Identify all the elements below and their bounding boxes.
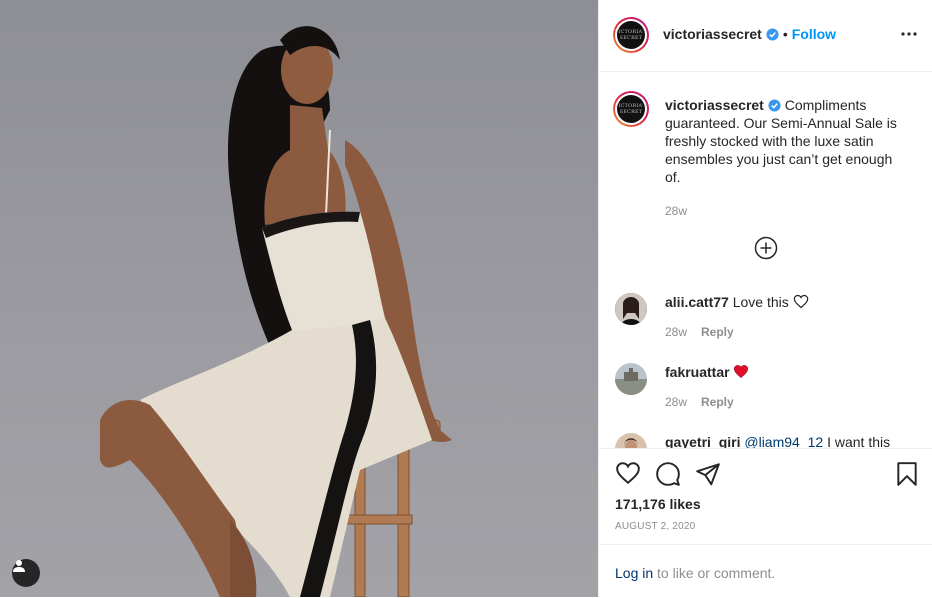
author-avatar[interactable]: VICTORIA'S SECRET [613,17,649,53]
follow-button[interactable]: Follow [792,26,836,42]
caption-username[interactable]: victoriassecret [665,97,764,113]
like-heart-icon[interactable] [615,461,641,485]
caption-timestamp: 28w [665,204,688,218]
comment-username[interactable]: gayetri_giri [665,434,740,448]
comment-item: fakruattar 28w Reply [615,363,915,413]
comment-body: fakruattar [665,363,905,381]
comment-body: gayetri_giri @liam94_12 I want this [665,433,905,448]
comment-avatar[interactable] [615,293,647,325]
reply-button[interactable]: Reply [701,395,734,409]
comment-avatar[interactable] [615,363,647,395]
login-link[interactable]: Log in [615,565,653,581]
login-prompt-text: Log in to like or comment. [615,565,775,581]
post-header: VICTORIA'S SECRET victoriassecret • Follow [599,0,932,72]
post-actions: 171,176 likes AUGUST 2, 2020 [599,448,932,545]
more-options-icon[interactable] [901,26,917,42]
avatar-logo: VICTORIA'S SECRET [615,95,647,123]
caption-author-avatar[interactable]: VICTORIA'S SECRET [613,91,649,127]
comment-meta: 28w Reply [665,325,734,339]
comments-scroll-area[interactable]: VICTORIA'S SECRET victoriassecret Compli… [599,72,932,448]
comment-avatar[interactable] [615,433,647,448]
comment-age: 28w [665,395,688,409]
share-send-icon[interactable] [695,461,721,487]
save-bookmark-icon[interactable] [895,461,919,487]
instagram-post-view: VICTORIA'S SECRET victoriassecret • Follow… [0,0,932,597]
comment-body: alii.catt77 Love this [665,293,905,311]
comment-text: Love this [732,294,789,310]
post-caption: victoriassecret Compliments guaranteed. … [665,96,901,220]
commenter-photo [615,433,647,448]
post-photo [0,0,598,597]
verified-badge-icon [766,28,779,41]
tagged-user-icon[interactable] [12,559,40,587]
separator-dot: • [782,26,788,42]
heart-outline-icon [793,294,808,309]
photo-illustration [100,26,452,597]
comment-text: I want this [827,434,891,448]
post-date: AUGUST 2, 2020 [615,521,696,532]
red-heart-icon [734,365,749,378]
commenter-photo [615,293,647,325]
comment-mention[interactable]: @liam94_12 [744,434,823,448]
comment-username[interactable]: fakruattar [665,364,730,380]
header-author-line: victoriassecret • Follow [663,26,836,44]
likes-count[interactable]: 171,176 likes [615,496,701,512]
person-icon [13,560,25,572]
comment-bubble-icon[interactable] [655,461,681,487]
login-rest-text: to like or comment. [653,565,776,581]
comment-meta: 28w Reply [665,395,734,409]
reply-button[interactable]: Reply [701,325,734,339]
author-username[interactable]: victoriassecret [663,26,762,42]
load-more-comments-icon[interactable] [754,236,778,260]
verified-badge-icon [768,99,781,112]
comment-username[interactable]: alii.catt77 [665,294,729,310]
avatar-logo: VICTORIA'S SECRET [615,21,647,49]
comment-item: alii.catt77 Love this 28w Reply [615,293,915,343]
login-prompt: Log in to like or comment. [599,544,932,598]
post-sidebar: VICTORIA'S SECRET victoriassecret • Follow… [598,0,932,597]
commenter-photo [615,363,647,395]
comment-age: 28w [665,325,688,339]
comment-item: gayetri_giri @liam94_12 I want this [615,433,915,448]
